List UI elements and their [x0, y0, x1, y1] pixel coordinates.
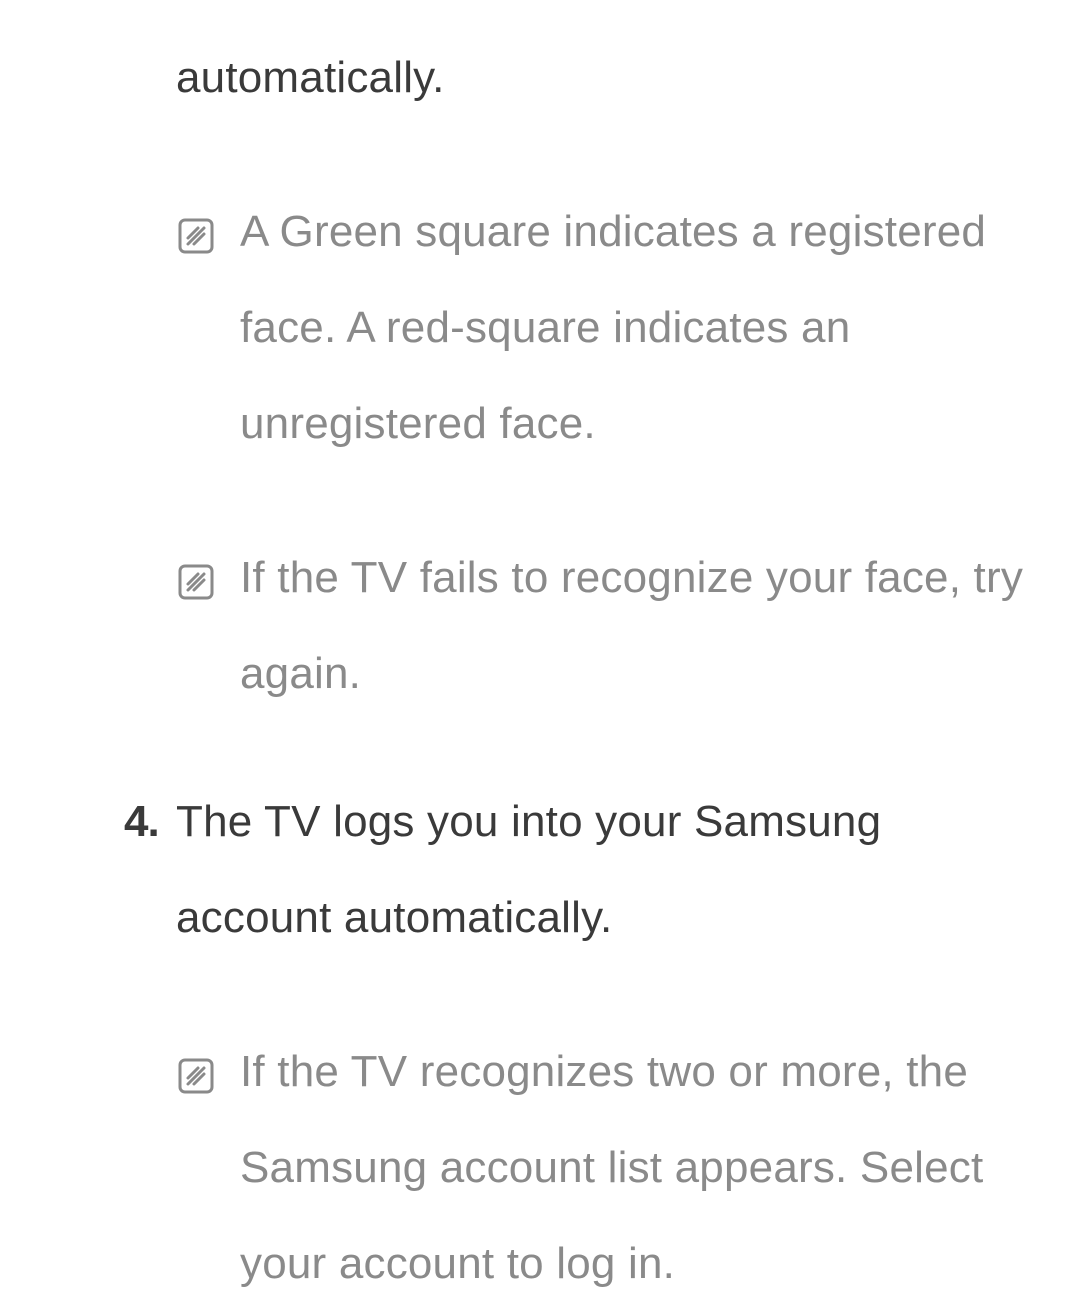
- note-text: A Green square indicates a registered fa…: [240, 184, 1044, 472]
- note-item: A Green square indicates a registered fa…: [176, 184, 1044, 472]
- note-text: If the TV fails to recognize your face, …: [240, 530, 1044, 722]
- note-item: If the TV fails to recognize your face, …: [176, 530, 1044, 722]
- note-icon: [176, 216, 216, 261]
- manual-page: automatically. A Green square indicates …: [0, 0, 1080, 1312]
- note-text: If the TV recognizes two or more, the Sa…: [240, 1024, 1044, 1312]
- step-item: 4. The TV logs you into your Samsung acc…: [176, 774, 1044, 966]
- note-item: If the TV recognizes two or more, the Sa…: [176, 1024, 1044, 1312]
- note-icon: [176, 562, 216, 607]
- step-text: The TV logs you into your Samsung accoun…: [176, 774, 1044, 966]
- fragment-top-line: automatically.: [176, 30, 1044, 126]
- note-icon: [176, 1056, 216, 1101]
- step-marker: 4.: [124, 774, 159, 870]
